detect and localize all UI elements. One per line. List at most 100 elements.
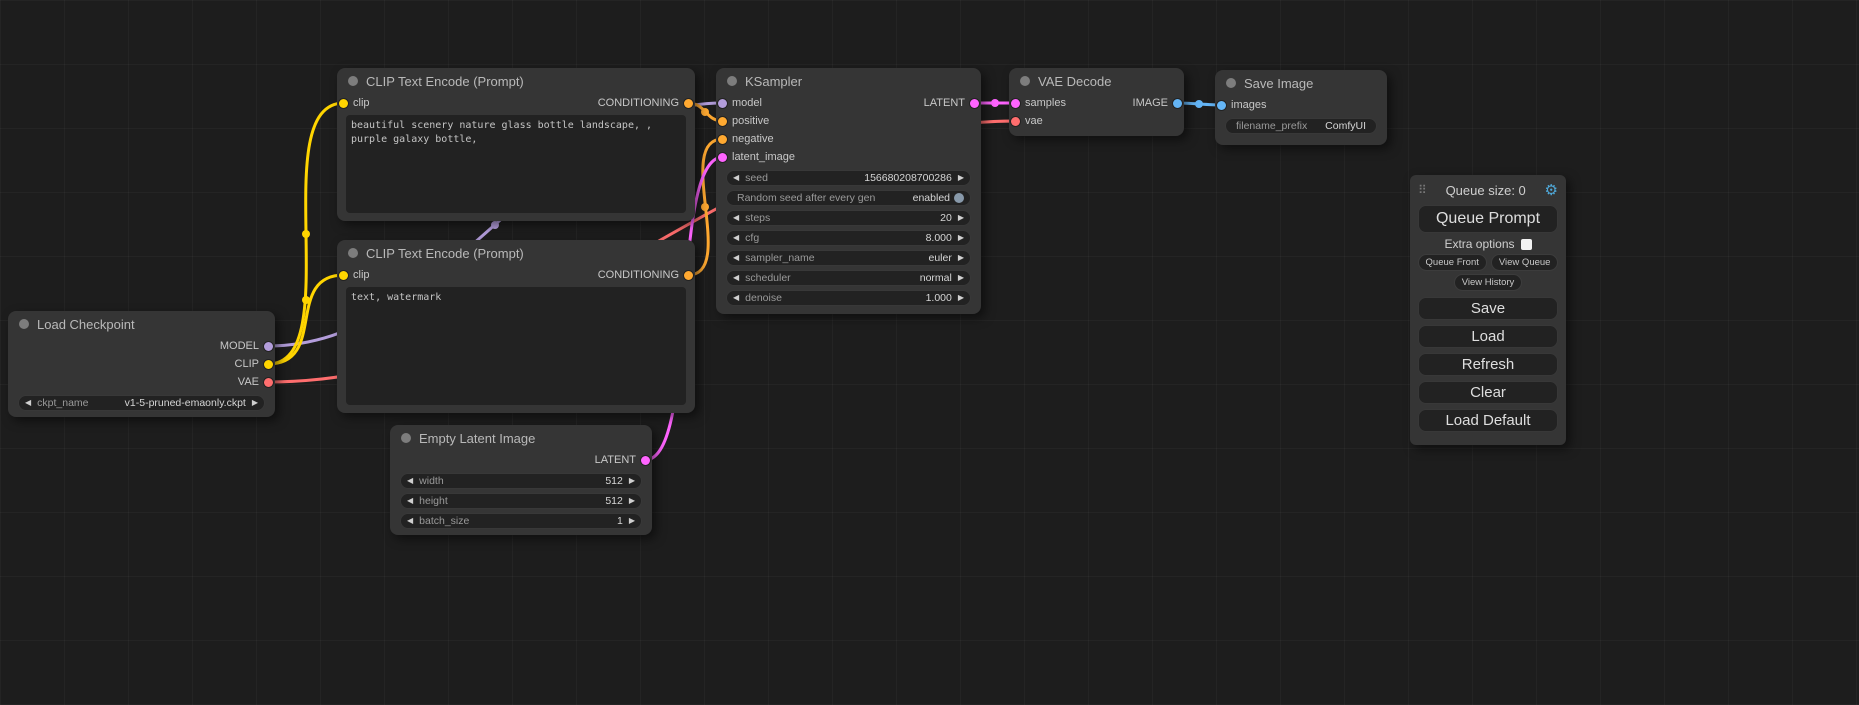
decrement-arrow-icon[interactable]: ◀ — [733, 234, 739, 242]
output-slot-conditioning[interactable]: CONDITIONING — [598, 269, 693, 281]
widget-denoise[interactable]: ◀ denoise 1.000 ▶ — [726, 290, 971, 306]
decrement-arrow-icon[interactable]: ◀ — [407, 477, 413, 485]
input-slot-vae[interactable]: vae — [1011, 115, 1043, 127]
extra-options-checkbox[interactable] — [1521, 239, 1532, 250]
prev-arrow-icon[interactable]: ◀ — [733, 274, 739, 282]
output-slot-latent[interactable]: LATENT — [595, 454, 650, 466]
node-save-image[interactable]: Save Image images filename_prefix ComfyU… — [1215, 70, 1387, 145]
node-ksampler[interactable]: KSampler model LATENT positive negative … — [716, 68, 981, 314]
collapse-dot[interactable] — [348, 76, 358, 86]
input-slot-positive[interactable]: positive — [718, 115, 769, 127]
toggle-on-dot[interactable] — [954, 193, 964, 203]
input-slot-clip[interactable]: clip — [339, 269, 370, 281]
increment-arrow-icon[interactable]: ▶ — [958, 294, 964, 302]
node-title-bar[interactable]: Save Image — [1215, 70, 1387, 96]
increment-arrow-icon[interactable]: ▶ — [629, 477, 635, 485]
prev-arrow-icon[interactable]: ◀ — [25, 399, 31, 407]
model-output-dot[interactable] — [264, 342, 273, 351]
vae-input-dot[interactable] — [1011, 117, 1020, 126]
input-slot-negative[interactable]: negative — [718, 133, 774, 145]
view-history-button[interactable]: View History — [1454, 274, 1523, 291]
next-arrow-icon[interactable]: ▶ — [958, 254, 964, 262]
widget-width[interactable]: ◀ width 512 ▶ — [400, 473, 642, 489]
decrement-arrow-icon[interactable]: ◀ — [407, 497, 413, 505]
widget-scheduler[interactable]: ◀ scheduler normal ▶ — [726, 270, 971, 286]
prev-arrow-icon[interactable]: ◀ — [733, 254, 739, 262]
widget-steps[interactable]: ◀ steps 20 ▶ — [726, 210, 971, 226]
decrement-arrow-icon[interactable]: ◀ — [733, 214, 739, 222]
node-title-bar[interactable]: VAE Decode — [1009, 68, 1184, 94]
node-load-checkpoint[interactable]: Load Checkpoint MODEL CLIP VAE ◀ ckpt_na… — [8, 311, 275, 417]
decrement-arrow-icon[interactable]: ◀ — [733, 174, 739, 182]
latent-output-dot[interactable] — [970, 99, 979, 108]
node-empty-latent-image[interactable]: Empty Latent Image LATENT ◀ width 512 ▶ … — [390, 425, 652, 535]
collapse-dot[interactable] — [727, 76, 737, 86]
output-slot-model[interactable]: MODEL — [220, 340, 273, 352]
node-title-bar[interactable]: Load Checkpoint — [8, 311, 275, 337]
widget-batch-size[interactable]: ◀ batch_size 1 ▶ — [400, 513, 642, 529]
images-input-dot[interactable] — [1217, 101, 1226, 110]
settings-gear-icon[interactable]: ⚙ — [1545, 181, 1558, 199]
latent-output-dot[interactable] — [641, 456, 650, 465]
prompt-textarea[interactable]: text, watermark — [346, 287, 686, 405]
widget-random-seed-toggle[interactable]: Random seed after every gen enabled — [726, 190, 971, 206]
collapse-dot[interactable] — [1020, 76, 1030, 86]
collapse-dot[interactable] — [1226, 78, 1236, 88]
increment-arrow-icon[interactable]: ▶ — [958, 214, 964, 222]
negative-input-dot[interactable] — [718, 135, 727, 144]
vae-output-dot[interactable] — [264, 378, 273, 387]
positive-input-dot[interactable] — [718, 117, 727, 126]
output-slot-conditioning[interactable]: CONDITIONING — [598, 97, 693, 109]
increment-arrow-icon[interactable]: ▶ — [958, 174, 964, 182]
widget-filename-prefix[interactable]: filename_prefix ComfyUI — [1225, 118, 1377, 134]
decrement-arrow-icon[interactable]: ◀ — [733, 294, 739, 302]
load-default-button[interactable]: Load Default — [1418, 409, 1558, 432]
node-title-bar[interactable]: CLIP Text Encode (Prompt) — [337, 68, 695, 94]
collapse-dot[interactable] — [19, 319, 29, 329]
widget-ckpt-name[interactable]: ◀ ckpt_name v1-5-pruned-emaonly.ckpt ▶ — [18, 395, 265, 411]
conditioning-output-dot[interactable] — [684, 271, 693, 280]
increment-arrow-icon[interactable]: ▶ — [629, 497, 635, 505]
model-input-dot[interactable] — [718, 99, 727, 108]
widget-seed[interactable]: ◀ seed 156680208700286 ▶ — [726, 170, 971, 186]
node-title-bar[interactable]: CLIP Text Encode (Prompt) — [337, 240, 695, 266]
load-button[interactable]: Load — [1418, 325, 1558, 348]
clip-input-dot[interactable] — [339, 271, 348, 280]
view-queue-button[interactable]: View Queue — [1491, 254, 1559, 271]
widget-cfg[interactable]: ◀ cfg 8.000 ▶ — [726, 230, 971, 246]
clip-input-dot[interactable] — [339, 99, 348, 108]
queue-prompt-button[interactable]: Queue Prompt — [1418, 205, 1558, 233]
node-vae-decode[interactable]: VAE Decode samples IMAGE vae — [1009, 68, 1184, 136]
prompt-textarea[interactable]: beautiful scenery nature glass bottle la… — [346, 115, 686, 213]
conditioning-output-dot[interactable] — [684, 99, 693, 108]
node-title-bar[interactable]: KSampler — [716, 68, 981, 94]
input-slot-clip[interactable]: clip — [339, 97, 370, 109]
latent-image-input-dot[interactable] — [718, 153, 727, 162]
decrement-arrow-icon[interactable]: ◀ — [407, 517, 413, 525]
output-slot-image[interactable]: IMAGE — [1133, 97, 1182, 109]
image-output-dot[interactable] — [1173, 99, 1182, 108]
save-button[interactable]: Save — [1418, 297, 1558, 320]
input-slot-latent-image[interactable]: latent_image — [718, 151, 795, 163]
node-title-bar[interactable]: Empty Latent Image — [390, 425, 652, 451]
input-slot-samples[interactable]: samples — [1011, 97, 1066, 109]
refresh-button[interactable]: Refresh — [1418, 353, 1558, 376]
collapse-dot[interactable] — [348, 248, 358, 258]
clip-output-dot[interactable] — [264, 360, 273, 369]
collapse-dot[interactable] — [401, 433, 411, 443]
output-slot-clip[interactable]: CLIP — [235, 358, 273, 370]
output-slot-vae[interactable]: VAE — [238, 376, 273, 388]
node-clip-text-encode-positive[interactable]: CLIP Text Encode (Prompt) clip CONDITION… — [337, 68, 695, 221]
samples-input-dot[interactable] — [1011, 99, 1020, 108]
widget-height[interactable]: ◀ height 512 ▶ — [400, 493, 642, 509]
clear-button[interactable]: Clear — [1418, 381, 1558, 404]
increment-arrow-icon[interactable]: ▶ — [629, 517, 635, 525]
increment-arrow-icon[interactable]: ▶ — [958, 234, 964, 242]
output-slot-latent[interactable]: LATENT — [924, 97, 979, 109]
drag-handle-icon[interactable]: ⠿ — [1418, 183, 1427, 197]
widget-sampler-name[interactable]: ◀ sampler_name euler ▶ — [726, 250, 971, 266]
next-arrow-icon[interactable]: ▶ — [252, 399, 258, 407]
queue-front-button[interactable]: Queue Front — [1418, 254, 1487, 271]
node-clip-text-encode-negative[interactable]: CLIP Text Encode (Prompt) clip CONDITION… — [337, 240, 695, 413]
input-slot-model[interactable]: model — [718, 97, 762, 109]
